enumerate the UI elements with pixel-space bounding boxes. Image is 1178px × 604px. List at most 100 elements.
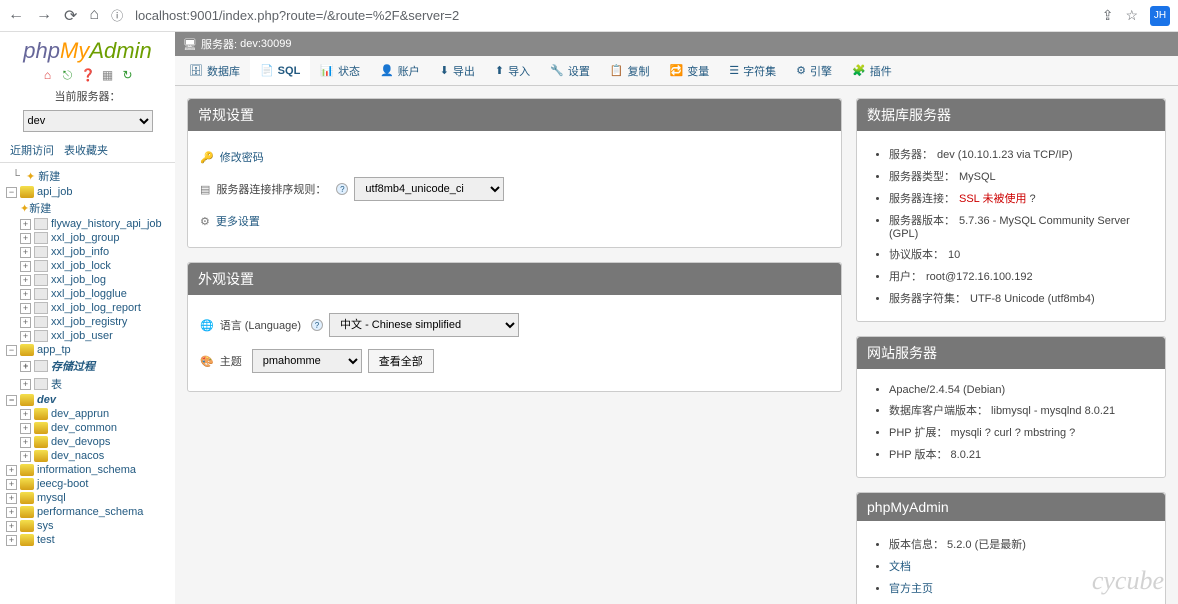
toggle-icon[interactable]: +: [20, 451, 31, 462]
toggle-icon[interactable]: +: [6, 521, 17, 532]
language-select[interactable]: 中文 - Chinese simplified: [329, 313, 519, 337]
database-icon: [20, 478, 34, 490]
tree-item-xxl_job_logglue[interactable]: +xxl_job_logglue: [6, 287, 175, 301]
toggle-icon[interactable]: −: [6, 345, 17, 356]
db-performance_schema[interactable]: +performance_schema: [6, 505, 175, 519]
toggle-icon[interactable]: +: [20, 247, 31, 258]
toggle-icon[interactable]: +: [6, 465, 17, 476]
home-icon[interactable]: ⌂: [89, 6, 99, 26]
db-dev[interactable]: −dev: [6, 393, 175, 407]
toggle-icon[interactable]: +: [20, 261, 31, 272]
toggle-icon[interactable]: +: [20, 317, 31, 328]
help-icon[interactable]: ?: [311, 319, 323, 331]
tree-item-dev_nacos[interactable]: +dev_nacos: [6, 449, 175, 463]
toggle-icon[interactable]: +: [20, 379, 31, 390]
home-icon[interactable]: ⌂: [41, 68, 55, 82]
docs-icon[interactable]: ❓: [81, 68, 95, 82]
tree-item-xxl_job_log_report[interactable]: +xxl_job_log_report: [6, 301, 175, 315]
pma-link[interactable]: 官方主页: [889, 583, 933, 595]
tab-字符集[interactable]: ☰字符集: [719, 56, 786, 85]
tree-item-xxl_job_registry[interactable]: + xxl_job_registry: [6, 315, 175, 329]
toggle-icon[interactable]: +: [6, 479, 17, 490]
tab-引擎[interactable]: ⚙引擎: [786, 56, 842, 85]
tree-item-flyway_history_api_job[interactable]: +flyway_history_api_job: [6, 217, 175, 231]
tree-item-dev_devops[interactable]: +dev_devops: [6, 435, 175, 449]
star-icon[interactable]: ☆: [1125, 7, 1138, 24]
profile-badge[interactable]: JH: [1150, 6, 1170, 26]
db-mysql[interactable]: +mysql: [6, 491, 175, 505]
sql-icon[interactable]: ▦: [101, 68, 115, 82]
tab-导出[interactable]: ⬇导出: [430, 56, 485, 85]
toggle-icon[interactable]: +: [6, 507, 17, 518]
tree-item-xxl_job_group[interactable]: +xxl_job_group: [6, 231, 175, 245]
url-text[interactable]: localhost:9001/index.php?route=/&route=%…: [135, 8, 1090, 23]
help-icon[interactable]: ?: [985, 427, 991, 439]
change-password-link[interactable]: 修改密码: [220, 149, 264, 165]
help-icon[interactable]: ?: [1069, 427, 1075, 439]
toggle-icon[interactable]: +: [20, 437, 31, 448]
db-app_tp[interactable]: −app_tp: [6, 343, 175, 357]
toggle-icon[interactable]: +: [20, 361, 31, 372]
tab-状态[interactable]: 📊状态: [310, 56, 370, 85]
tree-item-xxl_job_user[interactable]: +xxl_job_user: [6, 329, 175, 343]
reload-nav-icon[interactable]: ↻: [121, 68, 135, 82]
server-select[interactable]: dev: [23, 110, 153, 132]
export-icon: ⬇: [440, 64, 449, 77]
share-icon[interactable]: ⇪: [1102, 7, 1114, 24]
db-api_job[interactable]: −api_job: [6, 185, 175, 199]
tab-变量[interactable]: 🔁变量: [660, 56, 720, 85]
tab-SQL[interactable]: 📄SQL: [250, 56, 310, 85]
tab-数据库[interactable]: 🗄数据库: [179, 56, 250, 85]
toggle-icon[interactable]: +: [6, 493, 17, 504]
logout-icon[interactable]: ⎋: [61, 68, 75, 82]
db-information_schema[interactable]: +information_schema: [6, 463, 175, 477]
help-icon[interactable]: ?: [336, 183, 348, 195]
db-jeecg-boot[interactable]: +jeecg-boot: [6, 477, 175, 491]
toggle-icon[interactable]: −: [6, 395, 17, 406]
tab-复制[interactable]: 📋复制: [600, 56, 660, 85]
db-sys[interactable]: +sys: [6, 519, 175, 533]
recent-tab[interactable]: 近期访问: [10, 142, 54, 158]
tree-item-dev_apprun[interactable]: +dev_apprun: [6, 407, 175, 421]
pma-link[interactable]: 文档: [889, 561, 911, 573]
tree-item-xxl_job_lock[interactable]: +xxl_job_lock: [6, 259, 175, 273]
toggle-icon[interactable]: +: [20, 331, 31, 342]
info-icon[interactable]: ⓘ: [111, 7, 123, 24]
help-icon[interactable]: ?: [1015, 427, 1021, 439]
info-item: PHP 版本： 8.0.21: [889, 443, 1153, 465]
toggle-icon[interactable]: +: [20, 303, 31, 314]
new-link[interactable]: └✦ 新建: [6, 167, 175, 185]
toggle-icon[interactable]: +: [20, 423, 31, 434]
toggle-icon[interactable]: +: [6, 535, 17, 546]
forward-icon[interactable]: →: [36, 6, 52, 26]
tab-账户[interactable]: 👤账户: [370, 56, 430, 85]
more-settings-link[interactable]: 更多设置: [216, 213, 260, 229]
db-test[interactable]: +test: [6, 533, 175, 547]
toggle-icon[interactable]: +: [20, 233, 31, 244]
tree-item-dev_common[interactable]: +dev_common: [6, 421, 175, 435]
toggle-icon[interactable]: +: [20, 409, 31, 420]
toggle-icon[interactable]: +: [20, 275, 31, 286]
logo[interactable]: phpMyAdmin: [0, 32, 175, 66]
toggle-icon[interactable]: +: [20, 289, 31, 300]
view-all-button[interactable]: 查看全部: [368, 349, 434, 373]
tab-设置[interactable]: 🔧设置: [540, 56, 600, 85]
tree-item-xxl_job_log[interactable]: +xxl_job_log: [6, 273, 175, 287]
toggle-icon[interactable]: −: [6, 187, 17, 198]
tree-item-xxl_job_info[interactable]: +xxl_job_info: [6, 245, 175, 259]
reload-icon[interactable]: ⟳: [64, 6, 77, 26]
back-icon[interactable]: ←: [8, 6, 24, 26]
tree-item-表[interactable]: +表: [6, 375, 175, 393]
item-label: xxl_job_registry: [51, 316, 127, 328]
help-icon[interactable]: ?: [1030, 193, 1036, 205]
tab-插件[interactable]: 🧩插件: [842, 56, 902, 85]
toggle-icon[interactable]: +: [20, 219, 31, 230]
tree-item-新建[interactable]: ✦新建: [6, 199, 175, 217]
tab-label: 账户: [398, 63, 420, 79]
tree-item-存储过程[interactable]: +存储过程: [6, 357, 175, 375]
collation-select[interactable]: utf8mb4_unicode_ci: [354, 177, 504, 201]
collation-label: 服务器连接排序规则：: [216, 181, 326, 197]
favorites-tab[interactable]: 表收藏夹: [64, 142, 108, 158]
theme-select[interactable]: pmahomme: [252, 349, 362, 373]
tab-导入[interactable]: ⬆导入: [485, 56, 540, 85]
